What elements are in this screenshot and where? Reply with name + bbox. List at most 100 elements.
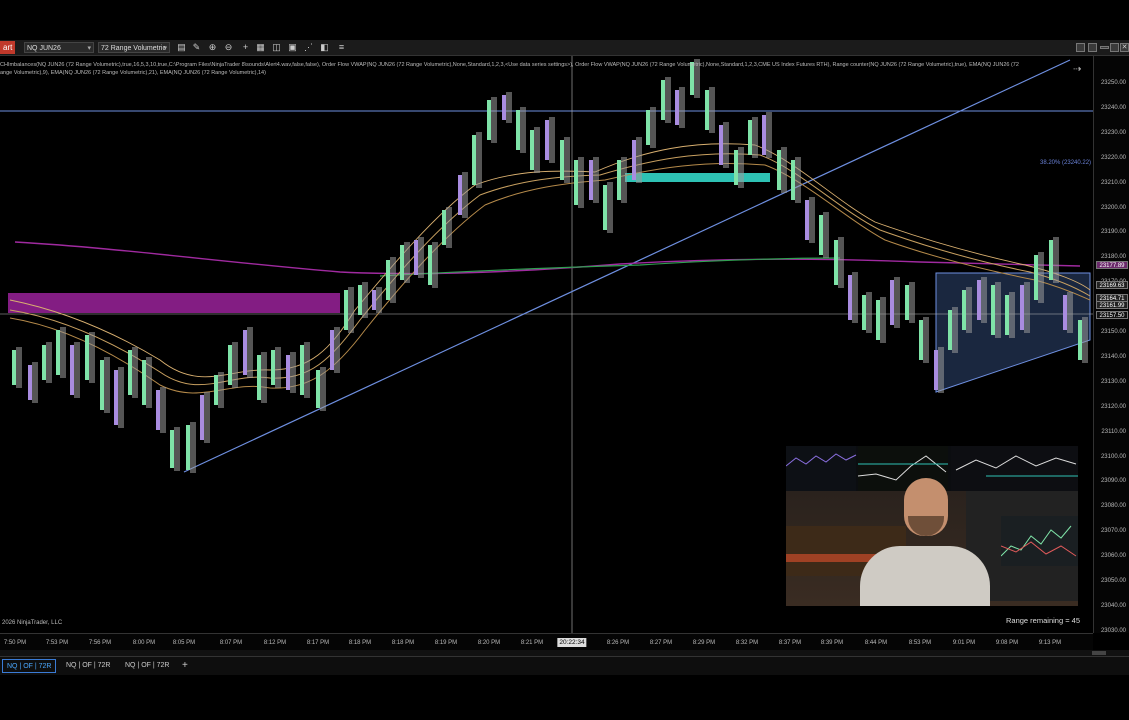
candle-body (1034, 255, 1038, 300)
instrument-selector[interactable]: NQ JUN26 ▾ (24, 42, 94, 53)
copyright-text: 2026 NinjaTrader, LLC (2, 620, 63, 626)
candle-body (977, 280, 981, 320)
chart-tab-badge[interactable]: art (0, 41, 16, 54)
templates-icon[interactable]: ◧ (319, 42, 330, 53)
indicators-icon[interactable]: ◫ (271, 42, 282, 53)
price-tick-label: 23100.00 (1100, 453, 1126, 460)
footprint-cells (1038, 252, 1044, 303)
candle-body (372, 290, 376, 310)
time-tick-label: 9:01 PM (952, 640, 976, 646)
zoom-in-icon[interactable]: ⊕ (207, 42, 218, 53)
window-tile-icon[interactable] (1076, 43, 1085, 52)
candle-body (142, 360, 146, 405)
candle-body (472, 135, 476, 185)
candle-body (271, 350, 275, 385)
time-tick-label: 8:32 PM (735, 640, 759, 646)
footprint-cells (247, 327, 253, 378)
candle-body (100, 360, 104, 410)
candle-body (386, 260, 390, 300)
candle-body (962, 290, 966, 330)
price-marker-tag: 23169.63 (1096, 281, 1128, 289)
tab-2[interactable]: NQ | OF | 72R (62, 659, 114, 673)
bar-type-selector[interactable]: 72 Range Volumetric ▾ (98, 42, 170, 53)
footprint-cells (104, 357, 110, 413)
candle-body (170, 430, 174, 468)
time-tick-label: 8:37 PM (778, 640, 802, 646)
footprint-cells (738, 147, 744, 188)
strategies-icon[interactable]: ▣ (287, 42, 298, 53)
price-axis[interactable]: 23250.00 23240.00 23230.00 23220.00 23210.00… (1093, 56, 1129, 634)
properties-icon[interactable]: ▦ (255, 42, 266, 53)
menu-list-icon[interactable]: ≡ (336, 42, 347, 53)
chart-tabs: NQ | OF | 72R NQ | OF | 72R NQ | OF | 72… (0, 656, 1129, 675)
price-tick-label: 23120.00 (1100, 403, 1126, 410)
time-tick-label: 7:53 PM (45, 640, 69, 646)
footprint-cells (1009, 292, 1015, 338)
candle-body (805, 200, 809, 240)
window-close-icon[interactable]: ✕ (1120, 43, 1129, 52)
footprint-cells (909, 282, 915, 323)
candle-body (834, 240, 838, 285)
footprint-cells (418, 237, 424, 278)
candle-body (777, 150, 781, 190)
footprint-cells (334, 327, 340, 373)
window-maximize-icon[interactable] (1110, 43, 1119, 52)
candle-body (458, 175, 462, 215)
crosshair-icon[interactable]: + (240, 42, 251, 53)
window-minimize-icon[interactable] (1100, 46, 1109, 49)
footprint-cells (118, 367, 124, 428)
candle-body (530, 130, 534, 170)
time-tick-label: 7:56 PM (88, 640, 112, 646)
candle-body (243, 330, 247, 375)
scrollbar-thumb[interactable] (1092, 651, 1106, 655)
supply-zone (8, 293, 340, 313)
price-tick-label: 23080.00 (1100, 503, 1126, 510)
footprint-cells (679, 87, 685, 128)
tab-3[interactable]: NQ | OF | 72R (121, 659, 173, 673)
candle-body (442, 210, 446, 245)
time-tick-label: 8:05 PM (172, 640, 196, 646)
candle-body (545, 120, 549, 160)
strategy-icon[interactable]: ⋰ (303, 42, 314, 53)
add-tab-button[interactable]: + (178, 659, 192, 673)
candle-body (330, 330, 334, 370)
indicator-list: CHImbalances(NQ JUN26 (72 Range Volumetr… (0, 61, 1090, 77)
time-tick-label: 9:08 PM (995, 640, 1019, 646)
window-restore-icon[interactable] (1088, 43, 1097, 52)
footprint-cells (218, 372, 224, 408)
price-tick-label: 23190.00 (1100, 229, 1126, 236)
time-tick-label: 8:07 PM (219, 640, 243, 646)
indicator-line-1: CHImbalances(NQ JUN26 (72 Range Volumetr… (0, 62, 1019, 68)
time-tick-label: 8:27 PM (649, 640, 673, 646)
candle-body (675, 90, 679, 125)
candle-body (400, 245, 404, 280)
candle-body (428, 245, 432, 285)
price-tick-label: 23140.00 (1100, 353, 1126, 360)
chevron-down-icon: ▾ (163, 45, 167, 52)
candle-body (632, 140, 636, 180)
price-tick-label: 23180.00 (1100, 254, 1126, 261)
indicator-line-2: ange Volumetric),9), EMA(NQ JUN26 (72 Ra… (0, 70, 266, 76)
candle-body (719, 125, 723, 165)
draw-pencil-icon[interactable]: ✎ (191, 42, 202, 53)
candle-body (1005, 295, 1009, 335)
footprint-cells (462, 172, 468, 218)
candle-body (200, 395, 204, 440)
tab-1[interactable]: NQ | OF | 72R (2, 659, 57, 673)
time-tick-label: 8:19 PM (434, 640, 458, 646)
footprint-cells (564, 137, 570, 183)
candle-body (890, 280, 894, 325)
time-tick-label: 8:20 PM (477, 640, 501, 646)
bar-chart-icon[interactable]: ▤ (176, 42, 187, 53)
time-axis[interactable]: 7:50 PM 7:53 PM 7:56 PM 8:00 PM 8:05 PM 8:07 … (0, 633, 1093, 651)
price-tick-label: 23200.00 (1100, 204, 1126, 211)
webcam-overlay (786, 446, 1078, 606)
price-tick-label: 23090.00 (1100, 478, 1126, 485)
time-tick-label: 8:26 PM (606, 640, 630, 646)
price-tick-label: 23230.00 (1100, 129, 1126, 136)
candle-body (516, 110, 520, 150)
footprint-cells (995, 282, 1001, 338)
zoom-out-icon[interactable]: ⊖ (223, 42, 234, 53)
price-tick-label: 23050.00 (1100, 578, 1126, 584)
footprint-cells (432, 242, 438, 288)
